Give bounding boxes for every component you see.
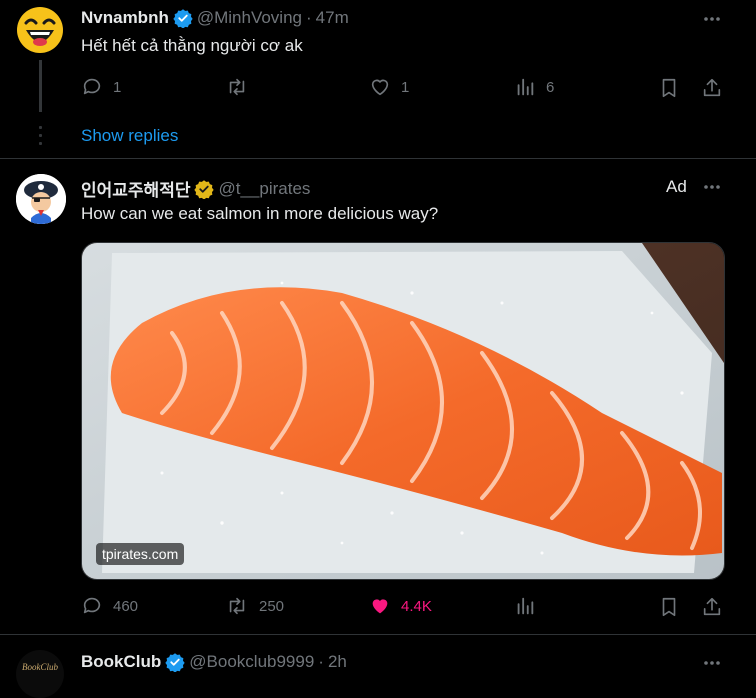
reply-count: 1 xyxy=(113,78,122,96)
media-watermark: tpirates.com xyxy=(96,543,185,565)
show-replies-link[interactable]: Show replies xyxy=(81,126,178,146)
thread-dot xyxy=(39,126,42,129)
retweet-icon xyxy=(229,597,245,615)
tweet-header: 인어교주해적단 @t__pirates xyxy=(81,176,310,201)
heart-icon xyxy=(371,79,389,96)
handle[interactable]: @t__pirates xyxy=(218,179,310,199)
bookmark-icon[interactable] xyxy=(657,595,681,619)
thread-line xyxy=(39,60,42,112)
media-image[interactable]: tpirates.com xyxy=(81,242,725,580)
gold-verified-badge-icon xyxy=(194,179,215,199)
avatar[interactable]: BookClub xyxy=(16,650,64,698)
handle[interactable]: @MinhVoving xyxy=(197,8,302,28)
reply-button[interactable]: 460 xyxy=(81,595,138,617)
avatar[interactable] xyxy=(16,174,66,224)
view-count: 6 xyxy=(546,78,555,96)
separator-dot: · xyxy=(306,8,312,27)
bookclub-logo: BookClub xyxy=(22,662,58,672)
smiling-emoji-avatar-icon xyxy=(17,7,63,53)
more-options-icon[interactable] xyxy=(700,7,724,31)
like-button[interactable]: 4.4K xyxy=(369,595,432,617)
divider xyxy=(0,158,756,159)
ad-label: Ad xyxy=(666,177,687,196)
reply-icon xyxy=(83,78,101,95)
retweet-count: 250 xyxy=(259,597,285,615)
more-options-icon[interactable] xyxy=(700,651,724,675)
salmon-fillet-image xyxy=(82,243,724,579)
views-chart-icon xyxy=(517,78,534,96)
share-icon[interactable] xyxy=(700,595,724,619)
reply-count: 460 xyxy=(113,597,139,615)
reply-button[interactable]: 1 xyxy=(81,76,121,98)
thread-dot xyxy=(39,142,42,145)
heart-filled-icon xyxy=(372,599,388,614)
separator-dot: · xyxy=(318,652,324,671)
thread-dot xyxy=(39,134,42,137)
more-options-icon[interactable] xyxy=(700,175,724,199)
like-button[interactable]: 1 xyxy=(369,76,409,98)
divider xyxy=(0,634,756,635)
timestamp[interactable]: 47m xyxy=(316,8,349,28)
tweet-text: Hết hết cả thằng người cơ ak xyxy=(81,36,303,55)
bookmark-icon[interactable] xyxy=(657,76,681,100)
share-icon[interactable] xyxy=(700,76,724,100)
display-name[interactable]: Nvnambnh xyxy=(81,8,169,28)
tweet-header: BookClub @Bookclub9999 · 2h xyxy=(81,652,347,672)
like-count: 4.4K xyxy=(401,597,432,615)
avatar[interactable] xyxy=(16,6,64,54)
verified-badge-icon xyxy=(173,9,193,28)
retweet-button[interactable] xyxy=(225,76,259,98)
retweet-button[interactable]: 250 xyxy=(225,595,284,617)
views-button[interactable] xyxy=(514,595,536,617)
display-name[interactable]: BookClub xyxy=(81,652,161,672)
retweet-icon xyxy=(229,78,245,96)
like-count: 1 xyxy=(401,78,410,96)
verified-badge-icon xyxy=(165,653,185,672)
reply-icon xyxy=(83,597,101,614)
tweet-text: How can we eat salmon in more delicious … xyxy=(81,204,439,223)
pirate-mascot-avatar-icon xyxy=(16,174,66,224)
timestamp[interactable]: 2h xyxy=(328,652,347,672)
display-name[interactable]: 인어교주해적단 xyxy=(81,176,190,201)
handle[interactable]: @Bookclub9999 xyxy=(189,652,314,672)
views-button[interactable]: 6 xyxy=(514,76,554,98)
tweet-header: Nvnambnh @MinhVoving · 47m xyxy=(81,8,349,28)
views-chart-icon xyxy=(517,597,534,615)
